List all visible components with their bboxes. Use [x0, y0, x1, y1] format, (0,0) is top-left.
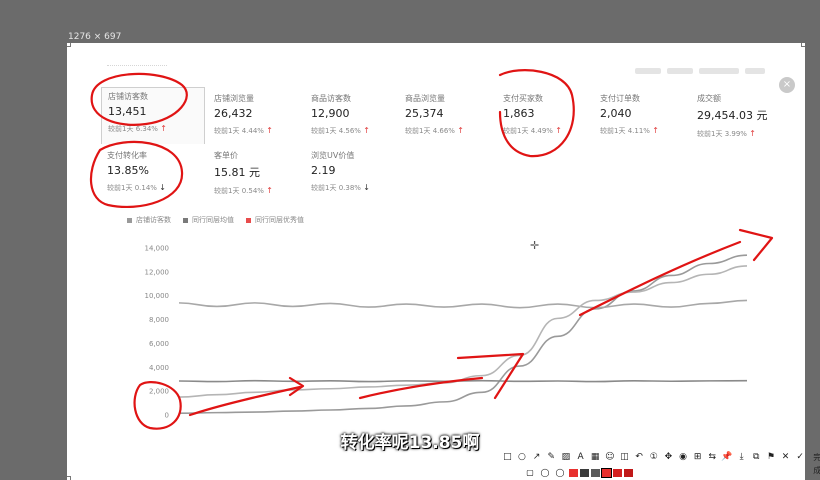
confirm-tool-icon[interactable]: ✓ — [793, 451, 808, 464]
color-swatch[interactable] — [601, 467, 612, 478]
y-tick-label: 0 — [165, 412, 169, 420]
toolbar-tools: □ ○ ↗ ✎ ▨ A ▦ ☺ ◫ ↶ ① ✥ ◉ ⊞ ⇆ 📌 ⤓ ⧉ ⚑ ✕ ✓ 完成 — [500, 451, 820, 475]
screen-size-label: 1276 × 697 — [68, 32, 122, 42]
y-tick-label: 4,000 — [149, 364, 169, 372]
mosaic-tool-icon[interactable]: ▦ — [588, 451, 603, 464]
eraser-tool-icon[interactable]: ◫ — [617, 451, 632, 464]
translate-tool-icon[interactable]: ⇆ — [705, 451, 720, 464]
sticker-tool-icon[interactable]: ☺ — [602, 451, 617, 464]
save-tool-icon[interactable]: ⤓ — [734, 451, 749, 464]
screenshot-area[interactable]: × 店铺访客数 13,451 较前1天 6.34% ↑ 店铺浏览量 26,432 较前1天… — [67, 43, 805, 480]
series-line-3 — [178, 265, 748, 398]
series-line-1 — [178, 379, 748, 383]
rectangle-tool-icon[interactable]: □ — [500, 451, 515, 464]
copy-tool-icon[interactable]: ⧉ — [749, 451, 764, 464]
fill-tool-icon[interactable]: ◉ — [676, 451, 691, 464]
stroke-size-option[interactable]: ▢ — [524, 468, 536, 477]
done-button[interactable]: 完成 — [807, 451, 820, 475]
ocr-tool-icon[interactable]: ⊞ — [690, 451, 705, 464]
series-line-2 — [178, 299, 748, 309]
cancel-tool-icon[interactable]: ✕ — [778, 451, 793, 464]
bookmark-tool-icon[interactable]: ⚑ — [764, 451, 779, 464]
stroke-size-option[interactable]: ◯ — [539, 468, 551, 477]
undo-tool-icon[interactable]: ↶ — [632, 451, 647, 464]
stroke-size-option[interactable]: ◯ — [554, 468, 566, 477]
color-swatch[interactable] — [591, 468, 600, 477]
arrow-tool-icon[interactable]: ↗ — [529, 451, 544, 464]
pen-tool-icon[interactable]: ✎ — [544, 451, 559, 464]
y-tick-label: 8,000 — [149, 316, 169, 324]
ellipse-tool-icon[interactable]: ○ — [515, 451, 530, 464]
color-swatch[interactable] — [580, 468, 589, 477]
series-line-0 — [178, 254, 748, 415]
y-tick-label: 10,000 — [145, 292, 170, 300]
text-tool-icon[interactable]: A — [573, 451, 588, 464]
color-swatch[interactable] — [624, 468, 633, 477]
trend-chart: 14,000 12,000 10,000 8,000 6,000 4,000 2,000 0 ✛ — [145, 239, 748, 420]
y-tick-label: 2,000 — [149, 388, 169, 396]
color-swatch[interactable] — [613, 468, 622, 477]
pin-window-tool-icon[interactable]: 📌 — [720, 451, 735, 464]
toolbar-colors: ▢ ◯ ◯ — [524, 467, 635, 478]
color-swatch[interactable] — [569, 468, 578, 477]
pin-tool-icon[interactable]: ✥ — [661, 451, 676, 464]
y-tick-label: 14,000 — [145, 245, 170, 253]
screenshot-toolbar: □ ○ ↗ ✎ ▨ A ▦ ☺ ◫ ↶ ① ✥ ◉ ⊞ ⇆ 📌 ⤓ ⧉ ⚑ ✕ ✓ 完成 ▢ ◯ ◯ — [500, 447, 820, 480]
crosshair-cursor-icon: ✛ — [530, 239, 539, 252]
y-tick-label: 6,000 — [149, 340, 169, 348]
number-tool-icon[interactable]: ① — [646, 451, 661, 464]
marker-tool-icon[interactable]: ▨ — [559, 451, 574, 464]
y-tick-label: 12,000 — [145, 268, 170, 276]
